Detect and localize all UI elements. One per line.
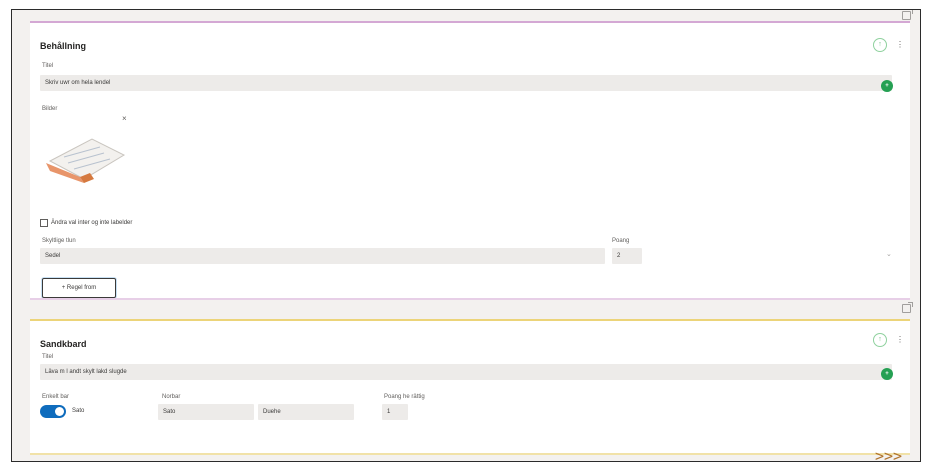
points-input[interactable]: 2 xyxy=(612,248,642,264)
more-options-icon[interactable]: ⋮ xyxy=(896,40,904,49)
move-up-icon[interactable]: ↑ xyxy=(873,38,887,52)
form-designer-canvas: Behållning ↑ ⋮ Titel Skriv uwr om hela l… xyxy=(11,9,921,462)
question-card-ranking[interactable]: Behållning ↑ ⋮ Titel Skriv uwr om hela l… xyxy=(30,21,910,298)
card-divider xyxy=(30,453,910,455)
points-label: Poang xyxy=(612,238,630,244)
question-title: Sandkbard xyxy=(40,339,87,349)
image-label: Bilder xyxy=(42,106,58,112)
expand-icon[interactable] xyxy=(902,302,913,313)
title-input[interactable]: Skriv uwr om hela lendel xyxy=(40,75,892,91)
values-label: Norbar xyxy=(162,394,181,400)
type-select[interactable]: Sedel xyxy=(40,248,605,264)
value-input-a[interactable]: Sato xyxy=(158,404,254,420)
add-icon[interactable]: + xyxy=(881,368,893,380)
chevron-down-icon[interactable]: ⌄ xyxy=(886,250,892,258)
multiple-answers-toggle[interactable] xyxy=(40,405,66,418)
shuffle-checkbox[interactable] xyxy=(40,219,48,227)
title-input[interactable]: Läva m l andt skylt lakd slugde xyxy=(40,364,892,380)
title-field-label: Titel xyxy=(42,354,54,360)
question-title: Behållning xyxy=(40,41,87,51)
remove-image-icon[interactable]: × xyxy=(122,114,127,123)
toggle-state-label: Sato xyxy=(72,408,85,414)
title-field-label: Titel xyxy=(42,63,54,69)
shuffle-checkbox-label: Ändra val inter og inte labelder xyxy=(51,220,133,226)
more-options-icon[interactable]: ⋮ xyxy=(896,335,904,344)
value-input-b[interactable]: Duehe xyxy=(258,404,354,420)
points-correct-label: Poang he rättig xyxy=(384,394,425,400)
toggle-label: Enkelt bar xyxy=(42,394,70,400)
move-up-icon[interactable]: ↑ xyxy=(873,333,887,347)
points-correct-input[interactable]: 1 xyxy=(382,404,408,420)
image-thumbnail[interactable] xyxy=(40,129,130,189)
next-page-arrows[interactable]: >>> xyxy=(875,447,902,465)
toggle-knob xyxy=(55,407,64,416)
type-label: Skyltlige tlun xyxy=(42,238,76,244)
card-divider xyxy=(30,298,910,300)
question-card-choice[interactable]: Sandkbard ↑ ⋮ Titel Läva m l andt skylt … xyxy=(30,319,910,453)
expand-icon[interactable] xyxy=(902,10,913,20)
add-icon[interactable]: + xyxy=(881,80,893,92)
add-option-button[interactable]: + Regel from xyxy=(42,278,116,298)
